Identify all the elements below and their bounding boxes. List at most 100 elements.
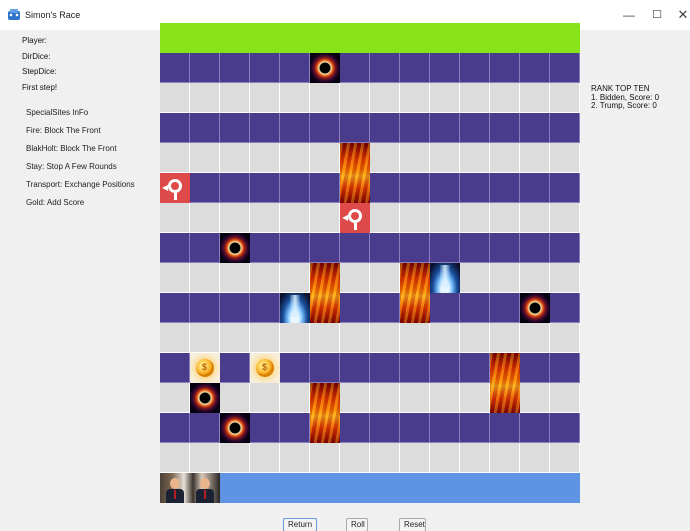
board-tile	[400, 173, 430, 203]
board-tile	[160, 443, 190, 473]
board-tile	[430, 293, 460, 323]
board-tile	[340, 293, 370, 323]
board-tile	[250, 203, 280, 233]
board-tile	[400, 413, 430, 443]
board-tile	[550, 53, 580, 83]
board-tile	[550, 293, 580, 323]
board-tile	[280, 323, 310, 353]
board-tile	[490, 263, 520, 293]
fire-site	[310, 263, 340, 323]
blackhole-site	[520, 293, 550, 323]
player-tokens	[160, 473, 220, 503]
board-tile	[280, 413, 310, 443]
board-tile	[400, 443, 430, 473]
board-tile	[280, 383, 310, 413]
board-tile	[160, 383, 190, 413]
board-tile	[370, 173, 400, 203]
board-tile	[340, 353, 370, 383]
board-tile	[460, 293, 490, 323]
rank-heading: RANK TOP TEN	[591, 84, 650, 93]
board-tile	[400, 113, 430, 143]
goal-row	[160, 23, 580, 53]
board-tile	[190, 323, 220, 353]
board-tile	[490, 83, 520, 113]
board-tile	[400, 353, 430, 383]
return-button[interactable]: Return	[283, 518, 317, 531]
board-tile	[250, 233, 280, 263]
board-tile	[550, 443, 580, 473]
board-tile	[190, 203, 220, 233]
window-title: Simon's Race	[25, 10, 81, 20]
board-tile	[430, 173, 460, 203]
minimize-button[interactable]: —	[618, 5, 640, 25]
board-tile	[400, 383, 430, 413]
board-tile	[280, 233, 310, 263]
stay-site	[280, 293, 310, 323]
legend-stay: Stay: Stop A Few Rounds	[26, 162, 117, 171]
board-tile	[190, 263, 220, 293]
board-tile	[280, 203, 310, 233]
board-tile	[430, 413, 460, 443]
board-tile	[250, 293, 280, 323]
board-tile	[400, 233, 430, 263]
board-tile	[190, 143, 220, 173]
board-tile	[160, 353, 190, 383]
board-tile	[250, 113, 280, 143]
board-tile	[160, 143, 190, 173]
app-icon	[8, 9, 20, 20]
fire-site	[400, 263, 430, 323]
board-tile	[160, 83, 190, 113]
board-tile	[520, 263, 550, 293]
board-tile	[340, 113, 370, 143]
board-tile	[370, 443, 400, 473]
board-tile	[520, 53, 550, 83]
board-tile	[520, 353, 550, 383]
board-tile	[190, 173, 220, 203]
step-dice-label: StepDice:	[22, 67, 57, 76]
board-tile	[460, 443, 490, 473]
board-tile	[340, 263, 370, 293]
roll-button[interactable]: Roll	[346, 518, 368, 531]
board-tile	[460, 203, 490, 233]
board-tile	[550, 83, 580, 113]
board-tile	[550, 263, 580, 293]
board-tile	[220, 113, 250, 143]
gold-coin-icon	[256, 359, 274, 377]
board-tile	[460, 263, 490, 293]
gold-site	[190, 353, 220, 383]
legend-blackhole: BlakHolt: Block The Front	[26, 144, 117, 153]
board-tile	[520, 413, 550, 443]
close-button[interactable]: ✕	[672, 5, 690, 25]
board-tile	[370, 293, 400, 323]
board-tile	[550, 413, 580, 443]
board-tile	[250, 143, 280, 173]
board-tile	[250, 53, 280, 83]
board-tile	[490, 323, 520, 353]
board-tile	[550, 233, 580, 263]
board-tile	[490, 203, 520, 233]
board-tile	[220, 173, 250, 203]
board-tile	[490, 143, 520, 173]
special-sites-heading: SpecialSites InFo	[26, 108, 89, 117]
board-tile	[460, 233, 490, 263]
board-tile	[520, 143, 550, 173]
board-tile	[460, 113, 490, 143]
board-tile	[310, 143, 340, 173]
player-label: Player:	[22, 36, 47, 45]
rank-entry-2: 2. Trump, Score: 0	[591, 101, 657, 110]
maximize-button[interactable]: ☐	[646, 5, 668, 25]
board-tile	[160, 203, 190, 233]
board-tile	[550, 353, 580, 383]
board-tile	[340, 443, 370, 473]
board-tile	[490, 233, 520, 263]
reset-button[interactable]: Reset	[399, 518, 426, 531]
board-tile	[370, 353, 400, 383]
board-tile	[280, 173, 310, 203]
board-tile	[340, 83, 370, 113]
board-tile	[490, 113, 520, 143]
board-tile	[400, 53, 430, 83]
board-tile	[550, 383, 580, 413]
board-tile	[520, 383, 550, 413]
board-tile	[280, 443, 310, 473]
board-tile	[220, 143, 250, 173]
